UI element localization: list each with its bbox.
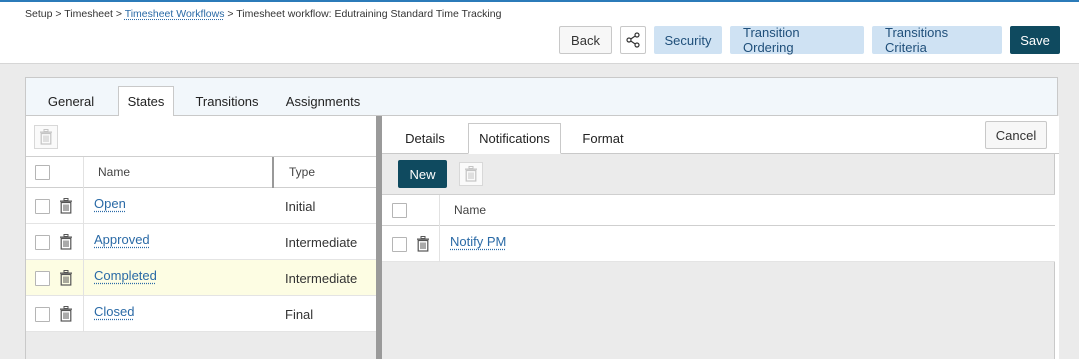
trash-icon[interactable] [59,198,73,214]
row-checkbox[interactable] [35,307,50,322]
notifications-grid-header: Name [382,194,1055,226]
table-row[interactable]: Open Initial [26,188,376,224]
state-type: Final [285,307,313,322]
share-button[interactable] [620,26,646,54]
tab-states[interactable]: States [118,86,174,117]
state-type: Initial [285,199,315,214]
trash-icon[interactable] [416,236,430,252]
select-all-checkbox[interactable] [35,165,50,180]
column-divider [439,226,440,262]
workflow-panel: General States Transitions Assignments N… [25,77,1058,359]
breadcrumb-timesheet-workflows[interactable]: Timesheet Workflows [125,8,225,20]
trash-icon [464,166,478,182]
states-pane: Name Type Open Initial Approved Intermed… [26,116,376,359]
state-name-link[interactable]: Open [94,196,126,211]
tab-assignments[interactable]: Assignments [282,86,364,117]
main-tab-strip: General States Transitions Assignments [26,78,1057,116]
state-type: Intermediate [285,271,357,286]
breadcrumb-current: Timesheet workflow: Edutraining Standard… [236,8,501,20]
delete-state-button[interactable] [34,125,58,149]
breadcrumb-separator: > [227,8,233,20]
column-divider [439,195,440,227]
breadcrumb-separator: > [55,8,61,20]
column-divider [83,188,84,224]
trash-icon[interactable] [59,306,73,322]
column-divider [83,224,84,260]
states-grid-empty-area [26,332,376,359]
states-grid-header: Name Type [26,156,376,188]
table-row[interactable]: Completed Intermediate [26,260,376,296]
back-button[interactable]: Back [559,26,612,54]
table-row[interactable]: Approved Intermediate [26,224,376,260]
row-checkbox[interactable] [35,235,50,250]
state-name-link[interactable]: Completed [94,268,157,283]
state-name-link[interactable]: Closed [94,304,134,319]
breadcrumb-separator: > [116,8,122,20]
notification-name-link[interactable]: Notify PM [450,234,506,249]
column-divider [83,260,84,296]
column-header-name[interactable]: Name [454,203,486,217]
row-checkbox[interactable] [35,199,50,214]
share-icon [625,32,641,48]
column-header-type[interactable]: Type [289,165,315,179]
tab-format[interactable]: Format [574,123,632,154]
save-button[interactable]: Save [1010,26,1060,54]
row-checkbox[interactable] [35,271,50,286]
column-header-name[interactable]: Name [98,165,130,179]
top-bar: Setup > Timesheet > Timesheet Workflows … [0,0,1079,64]
tab-transitions[interactable]: Transitions [188,86,266,117]
cancel-button[interactable]: Cancel [985,121,1047,149]
column-divider [83,296,84,332]
toolbar: Back Security Transition Ordering Transi… [559,26,1060,54]
row-checkbox[interactable] [392,237,407,252]
tab-general[interactable]: General [42,86,100,117]
breadcrumb-setup[interactable]: Setup [25,8,52,20]
new-notification-button[interactable]: New [398,160,447,188]
column-resize-handle[interactable] [272,157,274,189]
transitions-criteria-button[interactable]: Transitions Criteria [872,26,1002,54]
table-row[interactable]: Closed Final [26,296,376,332]
notifications-area: New Name Notify PM [382,154,1055,359]
breadcrumb: Setup > Timesheet > Timesheet Workflows … [25,8,501,20]
security-button[interactable]: Security [654,26,722,54]
tab-details[interactable]: Details [396,123,454,154]
trash-icon[interactable] [59,234,73,250]
tab-notifications[interactable]: Notifications [468,123,561,154]
transition-ordering-button[interactable]: Transition Ordering [730,26,864,54]
state-type: Intermediate [285,235,357,250]
delete-notification-button[interactable] [459,162,483,186]
breadcrumb-timesheet[interactable]: Timesheet [64,8,113,20]
trash-icon[interactable] [59,270,73,286]
select-all-checkbox[interactable] [392,203,407,218]
trash-icon [39,129,53,145]
table-row[interactable]: Notify PM [382,226,1055,262]
state-name-link[interactable]: Approved [94,232,150,247]
state-detail-pane: Details Notifications Format Cancel New … [382,116,1059,359]
column-divider [83,157,84,189]
